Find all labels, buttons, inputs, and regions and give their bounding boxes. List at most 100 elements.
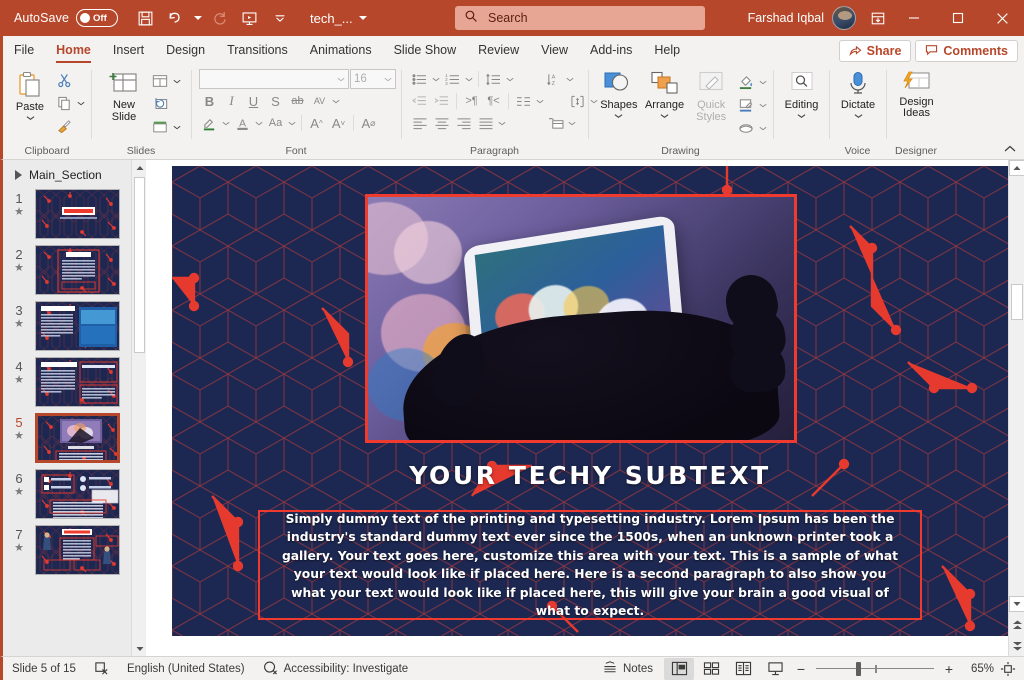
- slide-body-textbox[interactable]: Simply dummy text of the printing and ty…: [258, 510, 922, 620]
- shape-outline-dropdown-icon[interactable]: [758, 94, 768, 116]
- zoom-in-button[interactable]: +: [940, 662, 958, 676]
- numbering-button[interactable]: 1 2 3: [442, 69, 463, 89]
- font-size-input[interactable]: 16: [350, 69, 396, 89]
- copy-dropdown-icon[interactable]: [76, 92, 86, 114]
- align-text-button[interactable]: [567, 91, 588, 111]
- tab-file[interactable]: File: [3, 36, 45, 64]
- font-color-dropdown-icon[interactable]: [254, 113, 264, 133]
- numbering-dropdown-icon[interactable]: [464, 69, 474, 89]
- next-slide-icon[interactable]: [1009, 636, 1024, 654]
- customize-qat-icon[interactable]: [266, 5, 293, 31]
- thumbnail-row-4[interactable]: 4 ★: [3, 354, 146, 410]
- fit-to-window-button[interactable]: [996, 658, 1020, 680]
- font-name-input[interactable]: [199, 69, 349, 89]
- previous-slide-icon[interactable]: [1009, 616, 1024, 634]
- line-spacing-dropdown-icon[interactable]: [505, 69, 515, 89]
- thumbnail-scrollbar[interactable]: [131, 160, 146, 656]
- quick-styles-button[interactable]: Quick Styles: [689, 69, 733, 123]
- collapse-ribbon-icon[interactable]: [1003, 142, 1019, 156]
- slide-scroll-thumb[interactable]: [1011, 284, 1023, 320]
- zoom-slider[interactable]: [816, 658, 934, 680]
- reading-view-button[interactable]: [728, 658, 758, 680]
- normal-view-button[interactable]: [664, 657, 694, 680]
- autosave-toggle[interactable]: Off: [76, 9, 119, 27]
- character-spacing-dropdown-icon[interactable]: [331, 91, 341, 111]
- slide-thumbnail[interactable]: [35, 357, 120, 407]
- animation-star-icon[interactable]: ★: [14, 486, 24, 499]
- dictate-button[interactable]: Dictate: [835, 69, 881, 120]
- zoom-out-button[interactable]: −: [792, 662, 810, 676]
- tab-review[interactable]: Review: [467, 36, 530, 64]
- thumbnail-row-5[interactable]: 5 ★: [3, 410, 146, 466]
- tab-design[interactable]: Design: [155, 36, 216, 64]
- tab-home[interactable]: Home: [45, 36, 102, 64]
- highlight-dropdown-icon[interactable]: [221, 113, 231, 133]
- slide-scrollbar[interactable]: [1008, 160, 1024, 656]
- paste-button[interactable]: Paste: [9, 69, 51, 122]
- tab-view[interactable]: View: [530, 36, 579, 64]
- tab-transitions[interactable]: Transitions: [216, 36, 299, 64]
- share-button[interactable]: Share: [838, 40, 912, 62]
- slide-thumbnail[interactable]: [35, 245, 120, 295]
- justify-dropdown-icon[interactable]: [497, 113, 507, 133]
- animation-star-icon[interactable]: ★: [14, 262, 24, 275]
- sort-button[interactable]: A Z: [543, 69, 564, 89]
- layout-dropdown-icon[interactable]: [172, 70, 182, 92]
- thumbnail-scroll-down-icon[interactable]: [132, 641, 146, 656]
- underline-button[interactable]: U: [243, 91, 264, 111]
- arrange-button[interactable]: Arrange: [642, 69, 688, 120]
- align-right-button[interactable]: [453, 113, 474, 133]
- autosave-control[interactable]: AutoSave Off: [14, 9, 119, 27]
- text-shadow-button[interactable]: S: [265, 91, 286, 111]
- maximize-icon[interactable]: [936, 0, 980, 36]
- convert-to-smartart-button[interactable]: [545, 113, 566, 133]
- tab-slide-show[interactable]: Slide Show: [383, 36, 468, 64]
- slide-scroll-down-icon[interactable]: [1009, 596, 1024, 612]
- slide-thumbnail[interactable]: [35, 525, 120, 575]
- user-account[interactable]: Farshad Iqbal: [748, 0, 856, 36]
- shape-effects-button[interactable]: [735, 117, 757, 139]
- slide-thumbnail[interactable]: [35, 413, 120, 463]
- format-painter-button[interactable]: [53, 115, 75, 137]
- current-slide[interactable]: YOUR TECHY SUBTEXT Simply dummy text of …: [172, 166, 1008, 636]
- dictate-dropdown-icon[interactable]: [854, 111, 863, 120]
- slide-scroll-up-icon[interactable]: [1009, 160, 1024, 176]
- character-spacing-button[interactable]: AV: [309, 91, 330, 111]
- slide-title[interactable]: YOUR TECHY SUBTEXT: [172, 461, 1008, 490]
- smartart-dropdown-icon[interactable]: [567, 113, 577, 133]
- shapes-dropdown-icon[interactable]: [614, 111, 623, 120]
- animation-star-icon[interactable]: ★: [14, 374, 24, 387]
- comments-button[interactable]: Comments: [915, 40, 1018, 62]
- copy-button[interactable]: [53, 92, 75, 114]
- avatar[interactable]: [832, 6, 856, 30]
- thumbnail-row-7[interactable]: 7 ★: [3, 522, 146, 578]
- columns-dropdown-icon[interactable]: [535, 91, 545, 111]
- thumbnail-row-1[interactable]: 1 ★: [3, 186, 146, 242]
- section-collapse-icon[interactable]: [15, 170, 22, 180]
- editing-button[interactable]: Editing: [779, 69, 824, 120]
- slide-thumbnail[interactable]: [35, 301, 120, 351]
- new-slide-button[interactable]: New Slide: [101, 69, 147, 123]
- slide-thumbnail[interactable]: [35, 469, 120, 519]
- slide-image[interactable]: [365, 194, 797, 443]
- accessibility-status[interactable]: Accessibility: Investigate: [254, 657, 418, 680]
- increase-font-size-button[interactable]: A ^: [306, 113, 327, 133]
- change-case-button[interactable]: Aa: [265, 113, 286, 133]
- change-case-dropdown-icon[interactable]: [287, 113, 297, 133]
- thumbnail-row-3[interactable]: 3 ★: [3, 298, 146, 354]
- bullets-button[interactable]: [409, 69, 430, 89]
- section-button[interactable]: [149, 116, 171, 138]
- slide-sorter-view-button[interactable]: [696, 658, 726, 680]
- increase-indent-button[interactable]: [431, 91, 452, 111]
- clear-formatting-button[interactable]: A ⌀: [358, 113, 379, 133]
- start-presentation-icon[interactable]: [236, 5, 263, 31]
- slide-thumbnail[interactable]: [35, 189, 120, 239]
- tab-insert[interactable]: Insert: [102, 36, 155, 64]
- decrease-indent-button[interactable]: [409, 91, 430, 111]
- ribbon-display-options-icon[interactable]: [864, 6, 892, 30]
- design-ideas-button[interactable]: Design Ideas: [892, 69, 941, 119]
- shape-outline-button[interactable]: [735, 94, 757, 116]
- sort-dropdown-icon[interactable]: [565, 69, 575, 89]
- redo-icon[interactable]: [206, 5, 233, 31]
- arrange-dropdown-icon[interactable]: [660, 111, 669, 120]
